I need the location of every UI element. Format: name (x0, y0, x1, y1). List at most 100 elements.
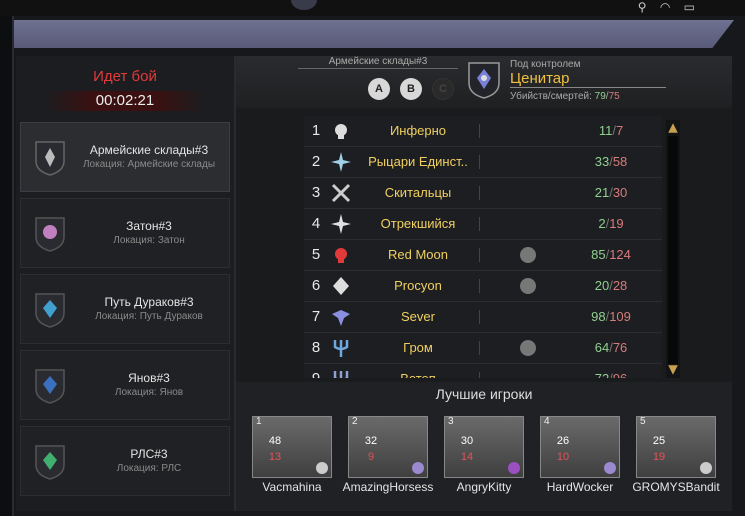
scroll-thumb[interactable] (668, 136, 678, 364)
rank-number: 1 (311, 122, 321, 139)
player-name[interactable]: AngryKitty (434, 480, 534, 494)
player-name[interactable]: AmazingHorsess (338, 480, 438, 494)
top-badge (291, 0, 317, 10)
standings-row[interactable]: 1 Инферно 11/7 (304, 116, 662, 147)
clan-name: Red Moon (388, 247, 448, 262)
standings-row[interactable]: 2 Рыцари Единст.. 33/58 (304, 147, 662, 178)
player-card[interactable]: 3 30 14 (444, 416, 524, 478)
signal-icon: ⚲ (637, 0, 647, 14)
location-item-army-warehouses[interactable]: Армейские склады#3 Локация: Армейские ск… (20, 122, 230, 192)
trident-icon (333, 371, 349, 378)
capture-point-a[interactable]: A (368, 78, 390, 100)
player-card[interactable]: 2 32 9 (348, 416, 428, 478)
standings-row[interactable]: 4 Отрекшийся 2/19 (304, 209, 662, 240)
player-deaths: 19 (652, 451, 666, 463)
kill-death-cell: 11/7 (566, 116, 656, 146)
player-rank: 2 (352, 416, 358, 427)
standings-row[interactable]: 7 Sever 98/109 (304, 302, 662, 333)
window-header-band (14, 20, 734, 48)
location-item-radar[interactable]: РЛС#3 Локация: РЛС (20, 426, 230, 496)
deaths-value: 109 (609, 309, 631, 324)
kill-death-cell: 72/96 (566, 364, 656, 378)
standings-row[interactable]: 3 Скитальцы 21/30 (304, 178, 662, 209)
kills-value: 64 (594, 340, 610, 355)
kills-value: 33 (594, 154, 610, 169)
standings-row[interactable]: 9 Ветеп 72/96 (304, 364, 662, 378)
player-faction-icon (604, 462, 616, 474)
rank-number: 7 (311, 308, 321, 325)
best-players-section: Лучшие игроки 1 48 13 Vacmahina 2 32 9 AmazingH… (236, 382, 732, 511)
control-label: Под контролем (510, 59, 581, 70)
deaths-value: 96 (613, 371, 627, 378)
best-players-title: Лучшие игроки (435, 386, 533, 402)
player-card[interactable]: 4 26 10 (540, 416, 620, 478)
deaths-value: 58 (612, 154, 628, 169)
location-sublabel: Локация: Армейские склады (82, 159, 216, 170)
deaths-value: 19 (609, 216, 624, 231)
player-kills: 25 (652, 435, 666, 447)
player-rank: 1 (256, 416, 262, 427)
player-name[interactable]: Vacmahina (242, 480, 342, 494)
controlling-clan-emblem-icon (468, 62, 500, 99)
rank-number: 6 (311, 277, 321, 294)
player-name[interactable]: GROMYSBandit (626, 480, 726, 494)
capture-point-c[interactable]: C (432, 78, 454, 100)
row-divider (479, 186, 480, 200)
row-divider (479, 124, 480, 138)
player-card[interactable]: 1 48 13 (252, 416, 332, 478)
player-rank: 4 (544, 416, 550, 427)
clan-name: Инферно (389, 123, 447, 138)
kills-value: 21 (594, 185, 610, 200)
player-kills: 48 (268, 435, 282, 447)
kills-value: 85 (591, 247, 606, 262)
location-item-yanov[interactable]: Янов#3 Локация: Янов (20, 350, 230, 420)
location-item-fools-path[interactable]: Путь Дураков#3 Локация: Путь Дураков (20, 274, 230, 344)
clan-name: Отрекшийся (380, 216, 456, 231)
rank-number: 4 (311, 215, 321, 232)
clan-name: Скитальцы (384, 185, 452, 200)
row-divider (479, 217, 480, 231)
standings-row[interactable]: 6 Procyon 20/28 (304, 271, 662, 302)
kill-death-cell: 98/109 (566, 302, 656, 332)
shield-icon (35, 293, 65, 328)
player-deaths: 14 (460, 451, 474, 463)
scroll-up-icon[interactable] (668, 123, 678, 133)
flag-icon (520, 247, 536, 263)
clan-name: Гром (403, 340, 433, 355)
shield-icon (35, 445, 65, 480)
battle-status-label: Идет бой (93, 68, 157, 85)
standings-scrollbar[interactable] (666, 120, 680, 378)
deaths-value: 76 (612, 340, 628, 355)
location-sublabel: Локация: Путь Дураков (95, 311, 203, 322)
standings-row[interactable]: 5 Red Moon 85/124 (304, 240, 662, 271)
capture-point-b[interactable]: B (400, 78, 422, 100)
rank-number: 2 (311, 153, 321, 170)
shield-icon (35, 217, 65, 252)
scroll-down-icon[interactable] (668, 365, 678, 375)
flag-icon (520, 340, 536, 356)
control-summary: Армейские склады#3 A B C Под контролем Ц… (236, 56, 732, 108)
controlling-clan-name: Ценитар (510, 70, 666, 88)
player-card[interactable]: 5 25 19 (636, 416, 716, 478)
standings-row[interactable]: 8 Гром 64/76 (304, 333, 662, 364)
rank-number: 9 (304, 364, 328, 378)
battle-timer: 00:02:21 (45, 91, 205, 111)
player-name[interactable]: HardWocker (530, 480, 630, 494)
kills-value: 11 (598, 123, 613, 138)
kills-value: 20 (594, 278, 610, 293)
kills-value: 98 (591, 309, 606, 324)
player-kills: 30 (460, 435, 474, 447)
row-divider (479, 310, 480, 324)
kd-label: Убийств/смертей: (510, 91, 592, 102)
battle-details-panel: Армейские склады#3 A B C Под контролем Ц… (236, 56, 732, 511)
flag-icon (520, 278, 536, 294)
selected-location-name: Армейские склады#3 (298, 56, 458, 69)
diamond-icon (333, 277, 349, 295)
skull-icon (335, 248, 347, 263)
location-sublabel: Локация: Затон (113, 235, 185, 246)
location-item-zaton[interactable]: Затон#3 Локация: Затон (20, 198, 230, 268)
player-rank: 5 (640, 416, 646, 427)
locations-panel: Идет бой 00:02:21 Армейские склады#3 Лок… (16, 56, 236, 511)
control-kill-death: Убийств/смертей: 79/75 (510, 91, 620, 102)
player-faction-icon (316, 462, 328, 474)
